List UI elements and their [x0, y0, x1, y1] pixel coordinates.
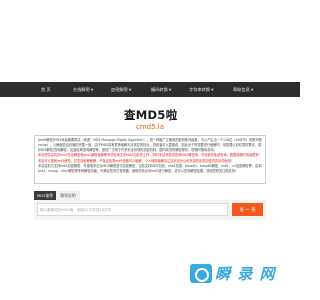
- nav-item-label: 字符串转换: [189, 87, 210, 92]
- top-navbar: 首 页 在线解密▼ 加密解密▼ 编码转换▼ 字符串转换▼ 帮助信息▼: [0, 82, 300, 97]
- intro-notice-line: 本站提供高效的md5在线解密和sha1解密破解等专项查询生成MD5加密的工作，同…: [38, 153, 262, 158]
- chevron-down-icon: ▼: [168, 88, 172, 92]
- nav-item-encoding[interactable]: 编码转换▼: [151, 82, 171, 97]
- tab-bar: MD5加密 解密说明: [34, 191, 266, 200]
- site-logo-title: 查MD5啦: [124, 108, 178, 122]
- md5-search-input[interactable]: [37, 203, 228, 216]
- nav-item-home[interactable]: 首 页: [41, 82, 51, 97]
- nav-item-string[interactable]: 字符串转换▼: [189, 82, 214, 97]
- watermark-text: 瞬 录 网: [215, 264, 276, 283]
- nav-item-help[interactable]: 帮助信息▼: [233, 82, 253, 97]
- watermark-logo-icon: [190, 263, 212, 283]
- nav-item-label: 加密解密: [111, 87, 128, 92]
- tab-md5-encrypt[interactable]: MD5加密: [34, 191, 56, 200]
- chevron-down-icon: ▼: [250, 88, 254, 92]
- intro-line: md4，mysql，ntlm解密等多种解密功能，可满足您的日常需要。使用前务必对…: [38, 169, 239, 174]
- search-button[interactable]: 查 一 查: [232, 203, 263, 216]
- nav-item-label: 帮助信息: [233, 87, 250, 92]
- chevron-down-icon: ▼: [210, 88, 214, 92]
- chevron-down-icon: ▼: [90, 88, 94, 92]
- chevron-down-icon: ▼: [128, 88, 132, 92]
- nav-item-label: 编码转换: [151, 87, 168, 92]
- tab-decrypt-help[interactable]: 解密说明: [56, 191, 80, 200]
- nav-item-online-decrypt[interactable]: 在线解密▼: [73, 82, 93, 97]
- intro-box: [md5解密]MD5消息摘要算法（英语：MD5 Message-Digest A…: [34, 135, 266, 184]
- nav-item-label: 在线解密: [73, 87, 90, 92]
- nav-item-label: 首 页: [41, 87, 51, 92]
- nav-item-encrypt-decrypt[interactable]: 加密解密▼: [111, 82, 131, 97]
- search-panel: 查 一 查: [34, 200, 266, 220]
- site-logo-domain: cmd5.la: [136, 123, 165, 131]
- watermark: 瞬 录 网: [190, 262, 290, 284]
